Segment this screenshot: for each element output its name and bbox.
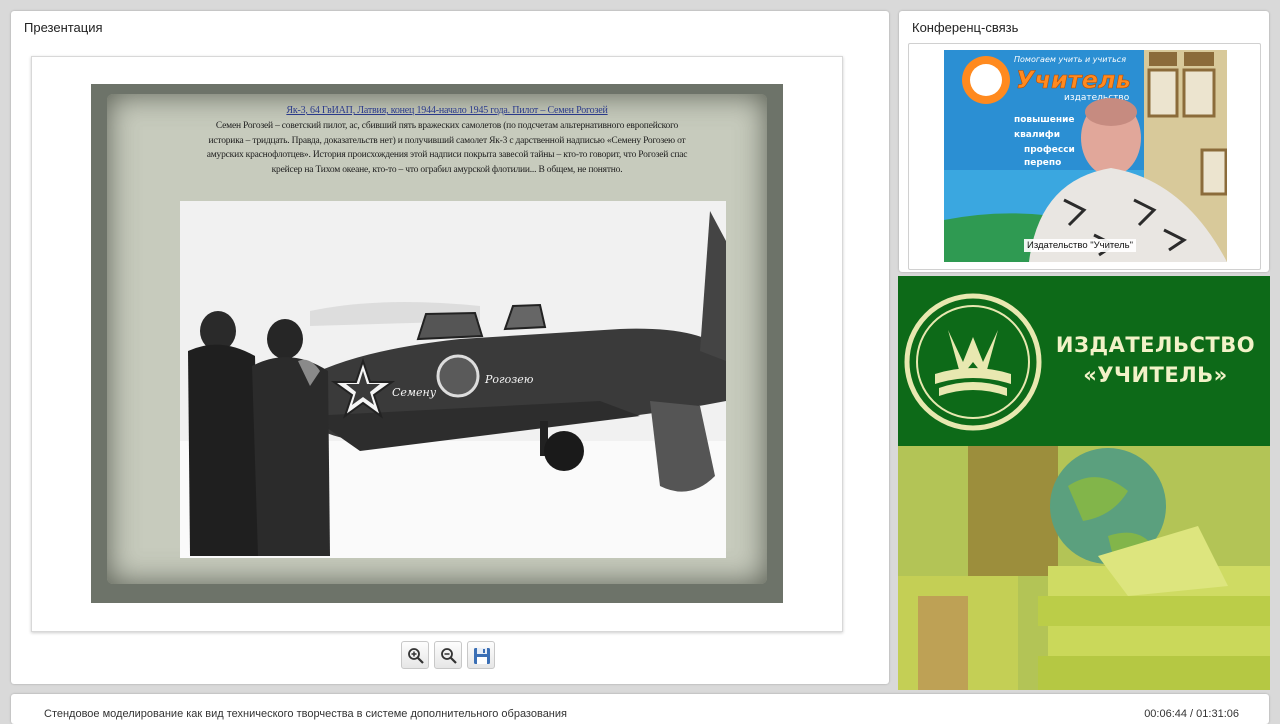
presentation-title: Презентация bbox=[24, 20, 103, 35]
conference-title: Конференц-связь bbox=[912, 20, 1019, 35]
zoom-in-button[interactable] bbox=[401, 641, 429, 669]
slide-body-line: крейсер на Тихом океане, кто-то – что ог… bbox=[271, 164, 623, 175]
playback-time: 00:06:44 / 01:31:06 bbox=[1144, 708, 1239, 720]
presentation-panel: Презентация Як-3, 64 ГвИАП, Латвия, коне… bbox=[11, 11, 889, 684]
zoom-out-button[interactable] bbox=[434, 641, 462, 669]
banner-green-block: ИЗДАТЕЛЬСТВО «УЧИТЕЛЬ» bbox=[898, 276, 1270, 447]
conference-panel: Конференц-связь Помогаем учить и учиться… bbox=[899, 11, 1269, 272]
course-title: Стендовое моделирование как вид техничес… bbox=[44, 708, 567, 720]
video-container: Помогаем учить и учиться Учитель издател… bbox=[908, 43, 1261, 270]
poster-line-4: повышение bbox=[1014, 115, 1075, 125]
banner-title-line-1: ИЗДАТЕЛЬСТВО bbox=[1055, 333, 1256, 357]
photo-inscription-2: Рогозею bbox=[484, 373, 534, 386]
banner-title: ИЗДАТЕЛЬСТВО «УЧИТЕЛЬ» bbox=[1048, 330, 1263, 390]
poster-line-1: Помогаем учить и учиться bbox=[1014, 55, 1126, 64]
publisher-logo-icon bbox=[904, 293, 1042, 431]
photo-inscription-1: Семену bbox=[392, 386, 437, 399]
poster-line-7: перепо bbox=[1024, 158, 1061, 168]
zoom-in-icon bbox=[408, 648, 424, 664]
slide-body-line: историка – тридцать. Правда, доказательс… bbox=[208, 135, 686, 146]
slide-heading: Як-3, 64 ГвИАП, Латвия, конец 1944-начал… bbox=[286, 105, 608, 116]
participant-label: Издательство "Учитель" bbox=[1024, 239, 1137, 252]
zoom-out-icon bbox=[441, 648, 457, 664]
aircraft-photo: Семену Рогозею bbox=[180, 201, 726, 558]
books-globe-image bbox=[898, 446, 1270, 690]
slide-body-line: Семен Рогозей – советский пилот, ас, сби… bbox=[215, 121, 679, 131]
save-icon bbox=[474, 648, 490, 664]
slide-body-line: амурских краснофлотцев». История происхо… bbox=[206, 150, 688, 160]
poster-line-2: Учитель bbox=[1016, 66, 1131, 94]
banner-title-line-2: «УЧИТЕЛЬ» bbox=[1083, 363, 1228, 387]
slide-paper-background: Як-3, 64 ГвИАП, Латвия, конец 1944-начал… bbox=[107, 94, 767, 584]
poster-line-5: квалифи bbox=[1014, 130, 1060, 140]
webcam-video[interactable]: Помогаем учить и учиться Учитель издател… bbox=[944, 50, 1227, 262]
slide: Як-3, 64 ГвИАП, Латвия, конец 1944-начал… bbox=[91, 84, 783, 603]
slide-viewer[interactable]: Як-3, 64 ГвИАП, Латвия, конец 1944-начал… bbox=[31, 56, 843, 632]
save-button[interactable] bbox=[467, 641, 495, 669]
poster-line-6: професси bbox=[1024, 145, 1075, 155]
publisher-banner: ИЗДАТЕЛЬСТВО «УЧИТЕЛЬ» bbox=[898, 276, 1270, 690]
slide-body-text: Семен Рогозей – советский пилот, ас, сби… bbox=[137, 119, 757, 177]
